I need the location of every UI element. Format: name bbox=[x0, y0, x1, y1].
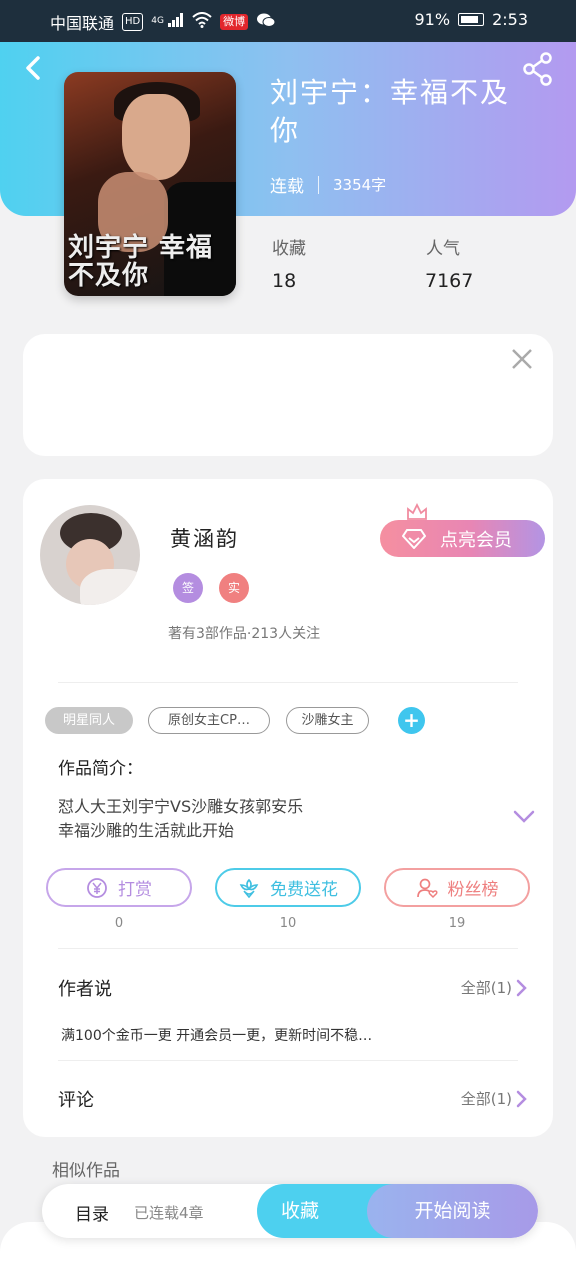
divider bbox=[58, 1060, 518, 1061]
popularity-count: 7167 bbox=[425, 270, 474, 292]
fan-ranking-button[interactable]: 粉丝榜 bbox=[384, 868, 530, 907]
comments-all-label: 全部(1) bbox=[460, 1090, 512, 1108]
author-says-all-link[interactable]: 全部(1) bbox=[461, 977, 528, 998]
serial-status: 连载 bbox=[270, 177, 304, 197]
carrier-label: 中国联通 bbox=[50, 14, 115, 33]
start-reading-button[interactable]: 开始阅读 bbox=[367, 1184, 538, 1238]
tip-count: 0 bbox=[114, 916, 124, 931]
comments-title: 评论 bbox=[58, 1090, 94, 1111]
chapter-count: 已连载4章 bbox=[134, 1204, 204, 1222]
fan-ranking-label: 粉丝榜 bbox=[447, 880, 499, 900]
tip-button[interactable]: 打赏 bbox=[46, 868, 192, 907]
yen-icon bbox=[87, 877, 107, 898]
author-name[interactable]: 黄涵韵 bbox=[170, 523, 239, 553]
chevron-right-icon bbox=[516, 979, 527, 996]
author-stats: 著有3部作品·213人关注 bbox=[168, 626, 321, 642]
add-tag-button[interactable]: + bbox=[398, 707, 425, 734]
tag-funny-female-lead[interactable]: 沙雕女主 bbox=[286, 707, 369, 734]
collect-count-label: 收藏 bbox=[272, 239, 306, 259]
divider bbox=[58, 682, 518, 683]
signed-badge: 签 bbox=[173, 573, 203, 603]
battery-icon bbox=[458, 13, 485, 26]
chevron-down-icon[interactable] bbox=[513, 809, 535, 823]
cover-title: 刘宇宁 幸福不及你 bbox=[68, 233, 214, 291]
crown-icon bbox=[406, 502, 428, 521]
book-cover[interactable]: 刘宇宁 幸福不及你 bbox=[64, 72, 236, 296]
chevron-left-icon[interactable] bbox=[18, 52, 50, 84]
flower-label: 免费送花 bbox=[270, 880, 338, 900]
collect-count: 18 bbox=[272, 270, 297, 292]
tag-celebrity-fanfic[interactable]: 明星同人 bbox=[45, 707, 133, 734]
signal-icon: 4G bbox=[151, 12, 184, 32]
comments-all-link[interactable]: 全部(1) bbox=[461, 1088, 528, 1109]
flower-count: 10 bbox=[279, 916, 297, 931]
status-bar: 中国联通 HD 4G 微博 91% 2:53 bbox=[0, 0, 576, 42]
chevron-right-icon bbox=[516, 1090, 527, 1107]
author-avatar[interactable] bbox=[40, 505, 140, 605]
author-says-all-label: 全部(1) bbox=[460, 979, 512, 997]
fan-count: 19 bbox=[448, 916, 466, 931]
divider bbox=[58, 948, 518, 949]
activate-membership-button[interactable]: 点亮会员 bbox=[380, 520, 545, 557]
bottom-action-bar: 目录 已连载4章 收藏 开始阅读 bbox=[42, 1184, 538, 1238]
user-heart-icon bbox=[416, 878, 438, 898]
battery-percent: 91% bbox=[414, 10, 451, 29]
intro-line: 幸福沙雕的生活就此开始 bbox=[58, 821, 235, 840]
weibo-icon: 微博 bbox=[220, 14, 249, 30]
book-title: 刘宇宁：幸福不及你 bbox=[270, 76, 511, 147]
close-icon[interactable] bbox=[509, 346, 535, 372]
popularity-label: 人气 bbox=[426, 239, 460, 259]
divider bbox=[318, 175, 319, 194]
author-says-title: 作者说 bbox=[58, 979, 112, 1000]
intro-label: 作品简介： bbox=[58, 759, 143, 779]
wechat-icon bbox=[256, 12, 276, 33]
diamond-icon bbox=[402, 528, 426, 549]
send-flower-button[interactable]: 免费送花 bbox=[215, 868, 361, 907]
book-status: 连载 3354字 bbox=[270, 172, 386, 197]
book-detail-card: 黄涵韵 签 实 著有3部作品·213人关注 点亮会员 明星同人 原创女主CP… … bbox=[23, 479, 553, 1137]
intro-line: 怼人大王刘宇宁VS沙雕女孩郭安乐 bbox=[58, 797, 304, 816]
word-count: 3354字 bbox=[333, 176, 387, 194]
membership-label: 点亮会员 bbox=[440, 529, 512, 551]
verified-badge: 实 bbox=[219, 573, 249, 603]
wifi-icon bbox=[192, 11, 212, 33]
author-says-text[interactable]: 满100个金币一更 开通会员一更，更新时间不稳… bbox=[61, 1025, 372, 1045]
share-icon[interactable] bbox=[522, 52, 554, 86]
hd-icon: HD bbox=[122, 13, 144, 31]
flower-icon bbox=[239, 878, 259, 898]
tip-label: 打赏 bbox=[118, 880, 152, 900]
tag-original-female-cp[interactable]: 原创女主CP… bbox=[148, 707, 270, 734]
clock: 2:53 bbox=[492, 10, 528, 29]
table-of-contents-button[interactable]: 目录 bbox=[75, 1200, 109, 1225]
ad-banner[interactable] bbox=[23, 334, 553, 456]
similar-works-title: 相似作品 bbox=[52, 1161, 120, 1181]
network-label: 4G bbox=[151, 15, 164, 26]
